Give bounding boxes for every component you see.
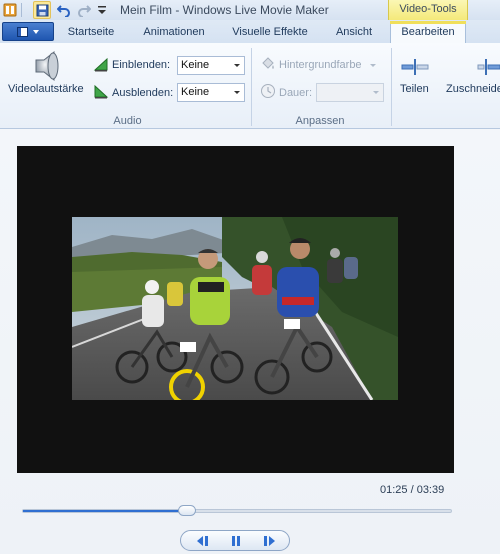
clock-icon <box>260 83 276 99</box>
fade-in-value: Keine <box>181 59 210 71</box>
seek-bar-progress <box>23 510 190 512</box>
video-frame <box>72 217 398 400</box>
title-bar: Mein Film - Windows Live Movie Maker Vid… <box>0 0 500 20</box>
fade-in-dropdown[interactable]: Keine <box>177 56 245 75</box>
pause-icon <box>232 536 240 546</box>
save-icon[interactable] <box>33 1 51 19</box>
previous-frame-button[interactable] <box>187 533 217 549</box>
customize-icon[interactable] <box>93 1 111 19</box>
tab-animationen[interactable]: Animationen <box>136 23 212 43</box>
tab-ansicht[interactable]: Ansicht <box>328 23 380 43</box>
duration-label: Dauer: <box>279 87 313 99</box>
chevron-down-icon <box>234 64 240 67</box>
undo-icon[interactable] <box>55 1 73 19</box>
ribbon-tabs: Startseite Animationen Visuelle Effekte … <box>0 20 500 43</box>
video-volume-label[interactable]: Videolautstärke <box>8 83 84 95</box>
group-divider <box>391 48 392 126</box>
paint-bucket-icon <box>260 56 276 72</box>
trim-icon[interactable] <box>476 56 500 78</box>
chevron-down-icon <box>373 91 379 94</box>
seek-bar[interactable] <box>22 509 452 513</box>
redo-icon[interactable] <box>75 1 93 19</box>
app-menu-button[interactable] <box>2 22 54 41</box>
chevron-down-icon <box>33 29 39 34</box>
playback-controls <box>180 530 290 551</box>
fade-in-label: Einblenden: <box>112 59 171 71</box>
fade-out-icon <box>93 83 109 99</box>
pause-button[interactable] <box>221 533 251 549</box>
document-icon <box>17 26 28 37</box>
split-label[interactable]: Teilen <box>400 83 429 95</box>
previous-frame-icon <box>197 536 208 546</box>
chevron-down-icon <box>370 64 376 67</box>
audio-group-label: Audio <box>113 115 142 127</box>
trim-label[interactable]: Zuschneide <box>446 83 500 95</box>
playback-time: 01:25 / 03:39 <box>380 484 445 496</box>
window-title: Mein Film - Windows Live Movie Maker <box>120 3 329 17</box>
chevron-down-icon <box>234 91 240 94</box>
tab-startseite[interactable]: Startseite <box>60 23 122 43</box>
ribbon-panel: Videolautstärke Einblenden: Keine Ausble… <box>0 43 500 129</box>
fade-out-dropdown[interactable]: Keine <box>177 83 245 102</box>
app-icon[interactable] <box>1 1 19 19</box>
fade-out-label: Ausblenden: <box>112 87 174 99</box>
speaker-icon[interactable] <box>30 48 66 84</box>
next-frame-button[interactable] <box>255 533 285 549</box>
adjust-group-label: Anpassen <box>295 115 345 127</box>
seek-thumb[interactable] <box>178 505 196 516</box>
fade-in-icon <box>93 56 109 72</box>
context-tab-group-label: Video-Tools <box>388 0 468 20</box>
quick-access-divider <box>21 3 22 17</box>
duration-dropdown[interactable] <box>316 83 384 102</box>
tab-bearbeiten[interactable]: Bearbeiten <box>390 21 466 43</box>
fade-out-value: Keine <box>181 86 210 98</box>
split-icon[interactable] <box>400 56 430 78</box>
background-color-label[interactable]: Hintergrundfarbe <box>279 59 362 71</box>
tab-visuelle-effekte[interactable]: Visuelle Effekte <box>225 23 315 43</box>
next-frame-icon <box>264 536 275 546</box>
group-divider <box>251 48 252 126</box>
